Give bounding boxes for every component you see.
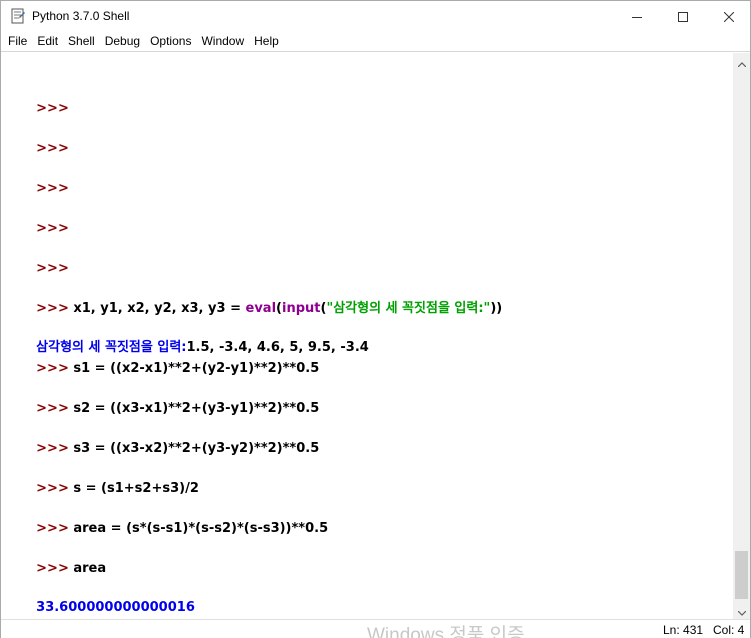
code-text: area <box>68 561 107 576</box>
string-literal: "삼각형의 세 꼭짓점을 입력:" <box>326 301 491 316</box>
shell-prompt: >>> <box>36 521 69 536</box>
builtin-name: input <box>281 301 321 316</box>
shell-line: >>> x1, y1, x2, y2, x3, y3 = eval(input(… <box>9 279 502 316</box>
minimize-button[interactable] <box>614 1 660 31</box>
builtin-name: eval <box>245 301 277 316</box>
menu-options[interactable]: Options <box>145 31 196 51</box>
shell-line: >>> s3 = ((x3-x2)**2+(y3-y2)**2)**0.5 <box>9 419 319 456</box>
shell-prompt: >>> <box>36 221 69 236</box>
shell-prompt: >>> <box>36 261 69 276</box>
shell-prompt: >>> <box>36 301 69 316</box>
status-bar: Windows 정품 인증 Ln: 431 Col: 4 <box>1 619 750 638</box>
shell-line: >>> area = (s*(s-s1)*(s-s2)*(s-s3))**0.5 <box>9 499 328 536</box>
shell-prompt: >>> <box>36 141 69 156</box>
python-idle-icon <box>10 8 26 24</box>
chevron-up-icon <box>737 52 746 71</box>
code-text: area = (s*(s-s1)*(s-s2)*(s-s3))**0.5 <box>68 521 329 536</box>
shell-prompt: >>> <box>36 401 69 416</box>
shell-prompt: >>> <box>36 441 69 456</box>
shell-prompt: >>> <box>36 101 69 116</box>
code-text: x1, y1, x2, y2, x3, y3 = <box>68 301 246 316</box>
code-text: )) <box>490 301 503 316</box>
code-text: s1 = ((x2-x1)**2+(y2-y1)**2)**0.5 <box>68 361 320 376</box>
window-title: Python 3.7.0 Shell <box>32 9 130 23</box>
code-text: s2 = ((x3-x1)**2+(y3-y1)**2)**0.5 <box>68 401 320 416</box>
code-text: s3 = ((x3-x2)**2+(y3-y2)**2)**0.5 <box>68 441 320 456</box>
shell-line: >>> <box>9 199 69 236</box>
chevron-down-icon <box>737 601 746 620</box>
menu-help[interactable]: Help <box>249 31 284 51</box>
shell-line: >>> area <box>9 539 106 576</box>
shell-prompt: >>> <box>36 361 69 376</box>
shell-line: >>> <box>9 119 69 156</box>
shell-line: 삼각형의 세 꼭짓점을 입력:1.5, -3.4, 4.6, 5, 9.5, -… <box>9 318 369 355</box>
column-number-indicator: Col: 4 <box>713 623 745 637</box>
shell-prompt: >>> <box>36 561 69 576</box>
menu-edit[interactable]: Edit <box>32 31 63 51</box>
menu-file[interactable]: File <box>3 31 32 51</box>
code-text: s = (s1+s2+s3)/2 <box>68 481 199 496</box>
shell-line: >>> s1 = ((x2-x1)**2+(y2-y1)**2)**0.5 <box>9 339 319 376</box>
title-bar[interactable]: Python 3.7.0 Shell <box>1 1 750 31</box>
scroll-up-button[interactable] <box>733 53 750 70</box>
menu-shell[interactable]: Shell <box>63 31 100 51</box>
shell-line: >>> s2 = ((x3-x1)**2+(y3-y1)**2)**0.5 <box>9 379 319 416</box>
shell-line: >>> <box>9 159 69 196</box>
idle-shell-window: Python 3.7.0 Shell File Edit Shell Debug… <box>0 0 751 638</box>
minimize-icon <box>632 7 642 26</box>
menu-bar: File Edit Shell Debug Options Window Hel… <box>1 31 750 52</box>
shell-prompt: >>> <box>36 481 69 496</box>
close-icon <box>723 7 735 26</box>
shell-line-active: >>> <box>9 599 69 619</box>
close-button[interactable] <box>706 1 751 31</box>
maximize-icon <box>678 7 688 26</box>
shell-line: >>> s = (s1+s2+s3)/2 <box>9 459 199 496</box>
maximize-button[interactable] <box>660 1 706 31</box>
shell-text-area[interactable]: >>> >>> >>> >>> >>> >>> x1, y1, x2, y2, … <box>1 53 733 619</box>
menu-debug[interactable]: Debug <box>100 31 145 51</box>
shell-prompt: >>> <box>36 181 69 196</box>
menu-window[interactable]: Window <box>196 31 249 51</box>
line-number-indicator: Ln: 431 <box>663 623 704 637</box>
scroll-down-button[interactable] <box>733 602 750 619</box>
scrollbar-thumb[interactable] <box>735 551 748 599</box>
vertical-scrollbar[interactable] <box>733 53 750 619</box>
shell-line: 33.600000000000016 <box>9 578 195 615</box>
shell-line: >>> <box>9 239 69 276</box>
shell-line: >>> <box>9 79 69 116</box>
windows-activation-watermark: Windows 정품 인증 <box>367 625 525 638</box>
